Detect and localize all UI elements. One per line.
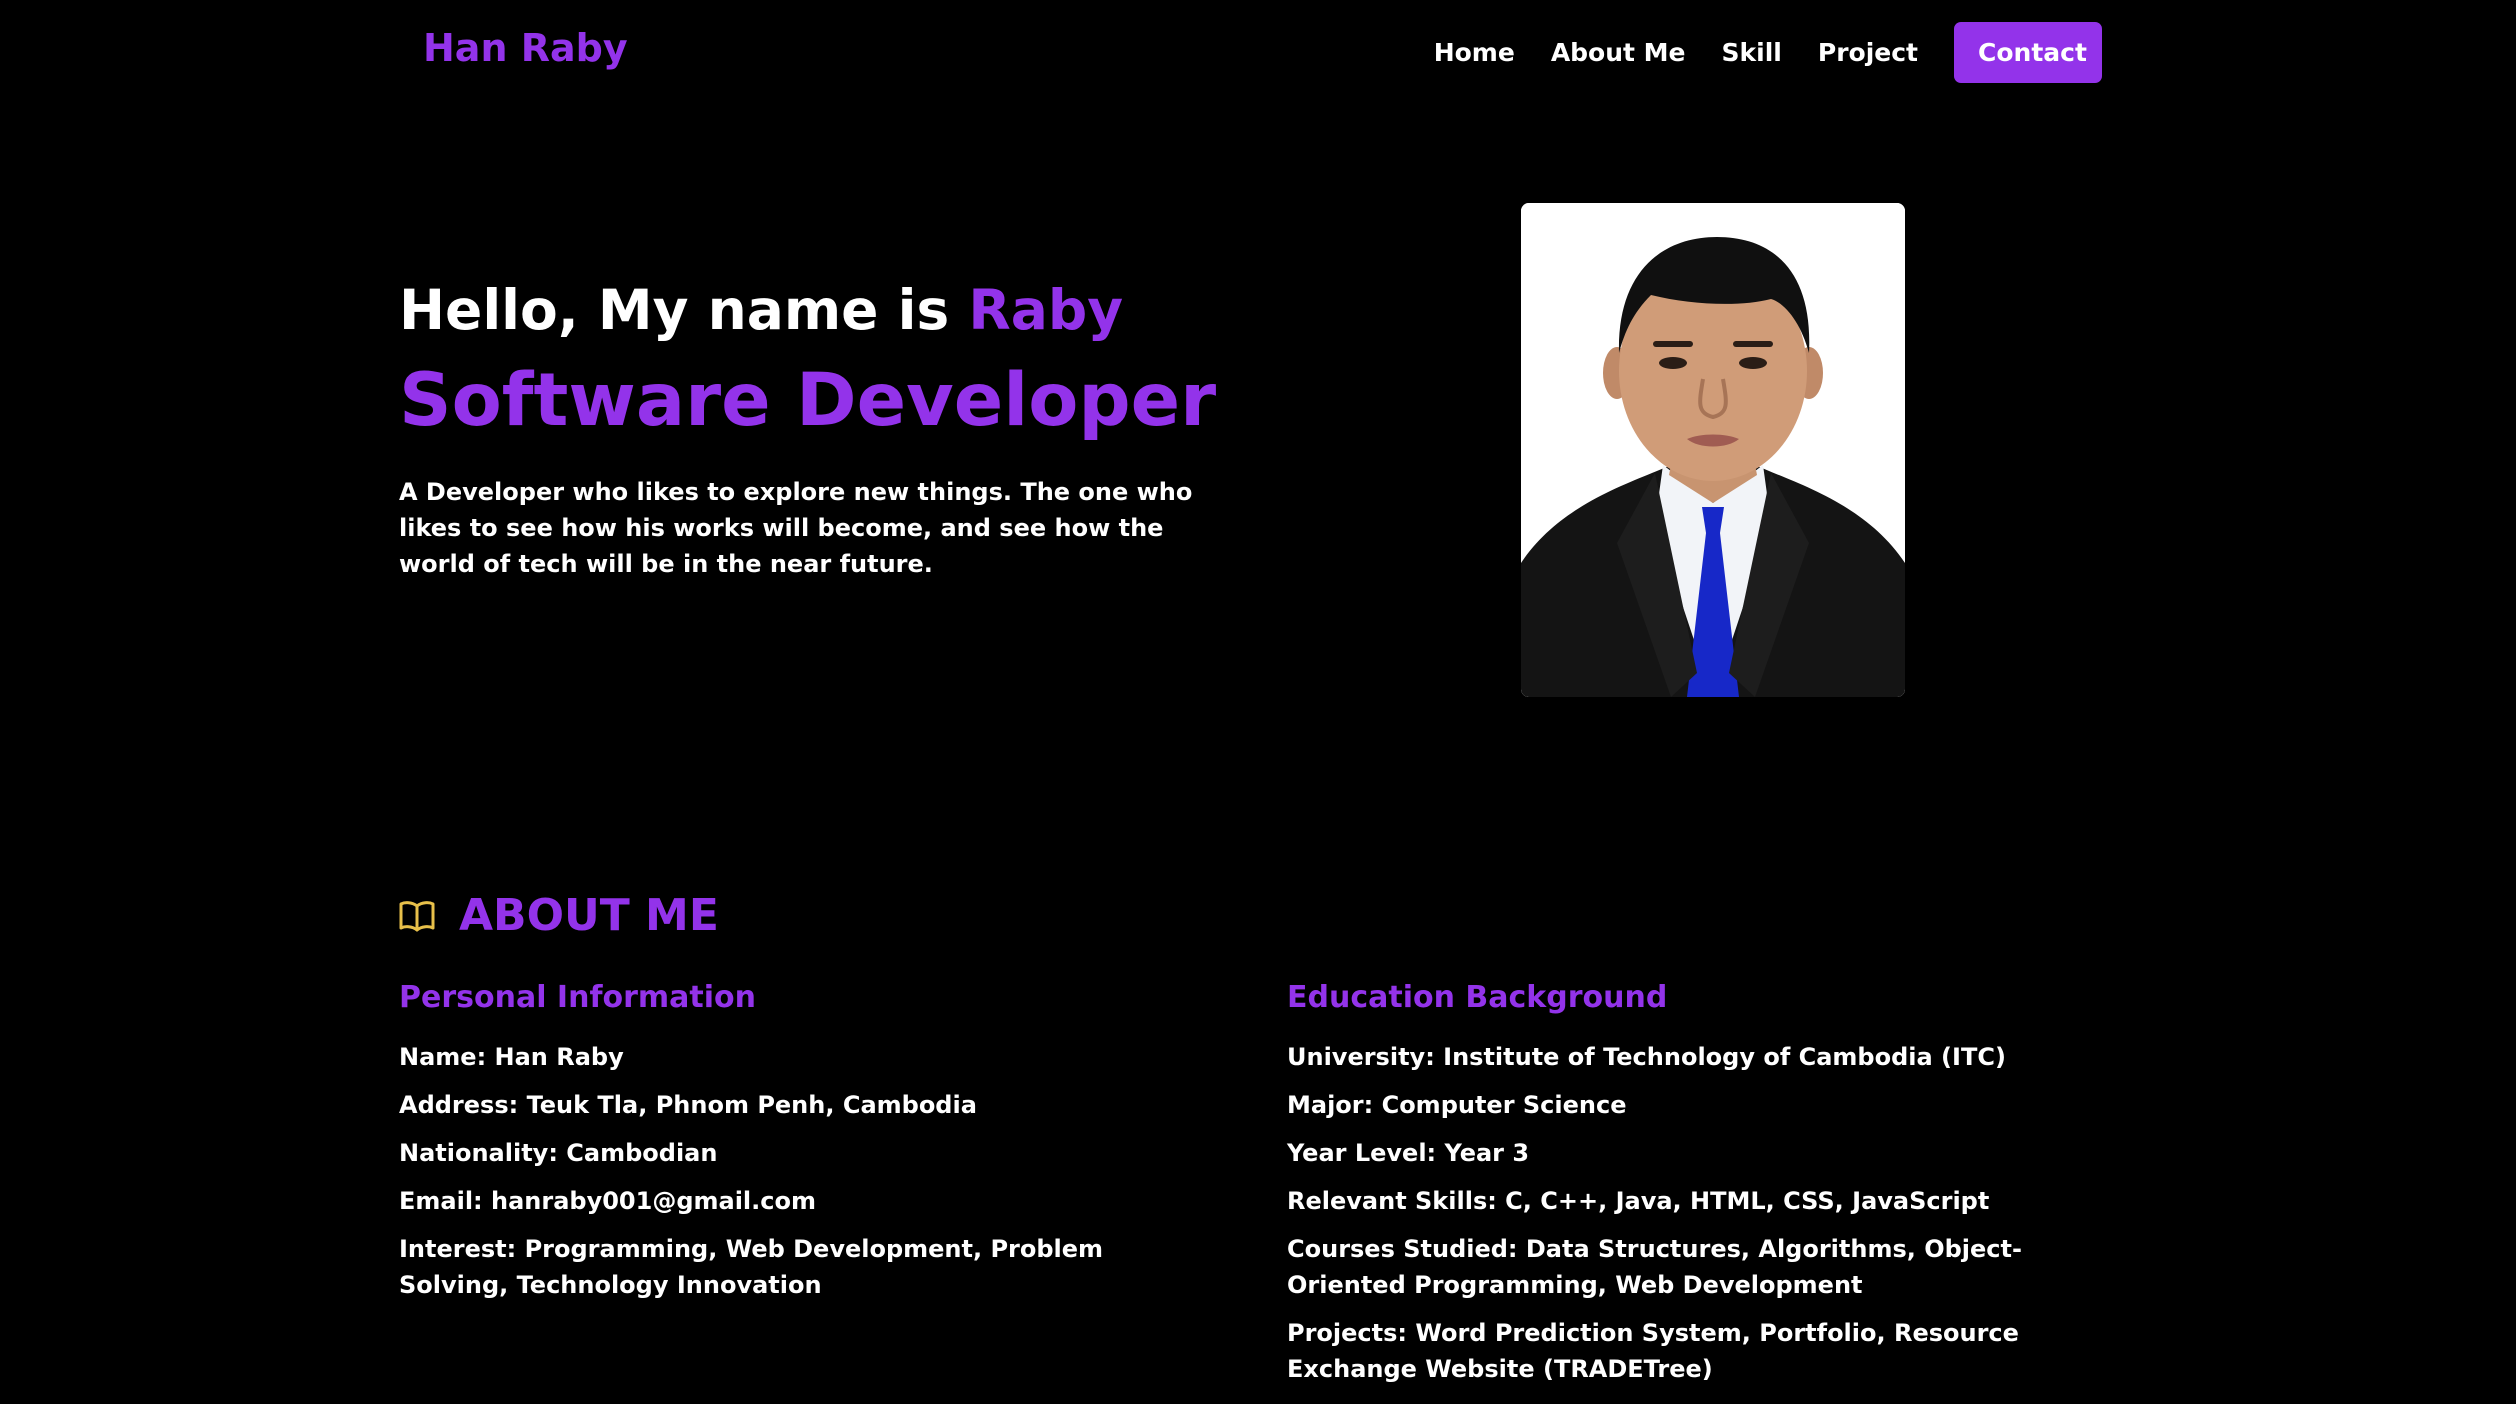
info-address: Address: Teuk Tla, Phnom Penh, Cambodia [399, 1091, 977, 1119]
about-title: ABOUT ME [459, 890, 719, 941]
nav-link-project[interactable]: Project [1818, 38, 1918, 67]
education-section: Education Background University: Institu… [1287, 980, 2107, 1399]
edu-courses: Courses Studied: Data Structures, Algori… [1287, 1235, 2022, 1299]
edu-projects: Projects: Word Prediction System, Portfo… [1287, 1319, 2019, 1383]
personal-info-section: Personal Information Name: Han Raby Addr… [399, 980, 1159, 1315]
book-open-icon [399, 900, 435, 932]
hero-role: Software Developer [399, 358, 1217, 443]
edu-skills: Relevant Skills: C, C++, Java, HTML, CSS… [1287, 1187, 1990, 1215]
nav-link-about-me[interactable]: About Me [1551, 38, 1686, 67]
info-name: Name: Han Raby [399, 1043, 624, 1071]
portfolio-page: Han Raby Home About Me Skill Project Con… [0, 0, 2516, 1404]
edu-major: Major: Computer Science [1287, 1091, 1627, 1119]
personal-info-title: Personal Information [399, 980, 756, 1015]
contact-button[interactable]: Contact [1954, 22, 2102, 83]
info-nationality: Nationality: Cambodian [399, 1139, 718, 1167]
info-interest: Interest: Programming, Web Development, … [399, 1235, 1104, 1299]
education-title: Education Background [1287, 980, 1668, 1015]
brand-logo[interactable]: Han Raby [423, 26, 628, 70]
greeting-prefix: Hello, My name is [399, 278, 969, 342]
info-email: Email: hanraby001@gmail.com [399, 1187, 816, 1215]
main-nav: Home About Me Skill Project Contact [1398, 22, 2102, 83]
greeting-name: Raby [968, 278, 1124, 342]
hero-greeting: Hello, My name is Raby [399, 278, 1123, 342]
profile-photo [1521, 203, 1905, 697]
about-heading: ABOUT ME [399, 890, 719, 941]
hero-description: A Developer who likes to explore new thi… [399, 478, 1193, 578]
edu-year-level: Year Level: Year 3 [1287, 1139, 1530, 1167]
nav-link-skill[interactable]: Skill [1722, 38, 1782, 67]
edu-university: University: Institute of Technology of C… [1287, 1043, 2006, 1071]
nav-link-home[interactable]: Home [1434, 38, 1515, 67]
